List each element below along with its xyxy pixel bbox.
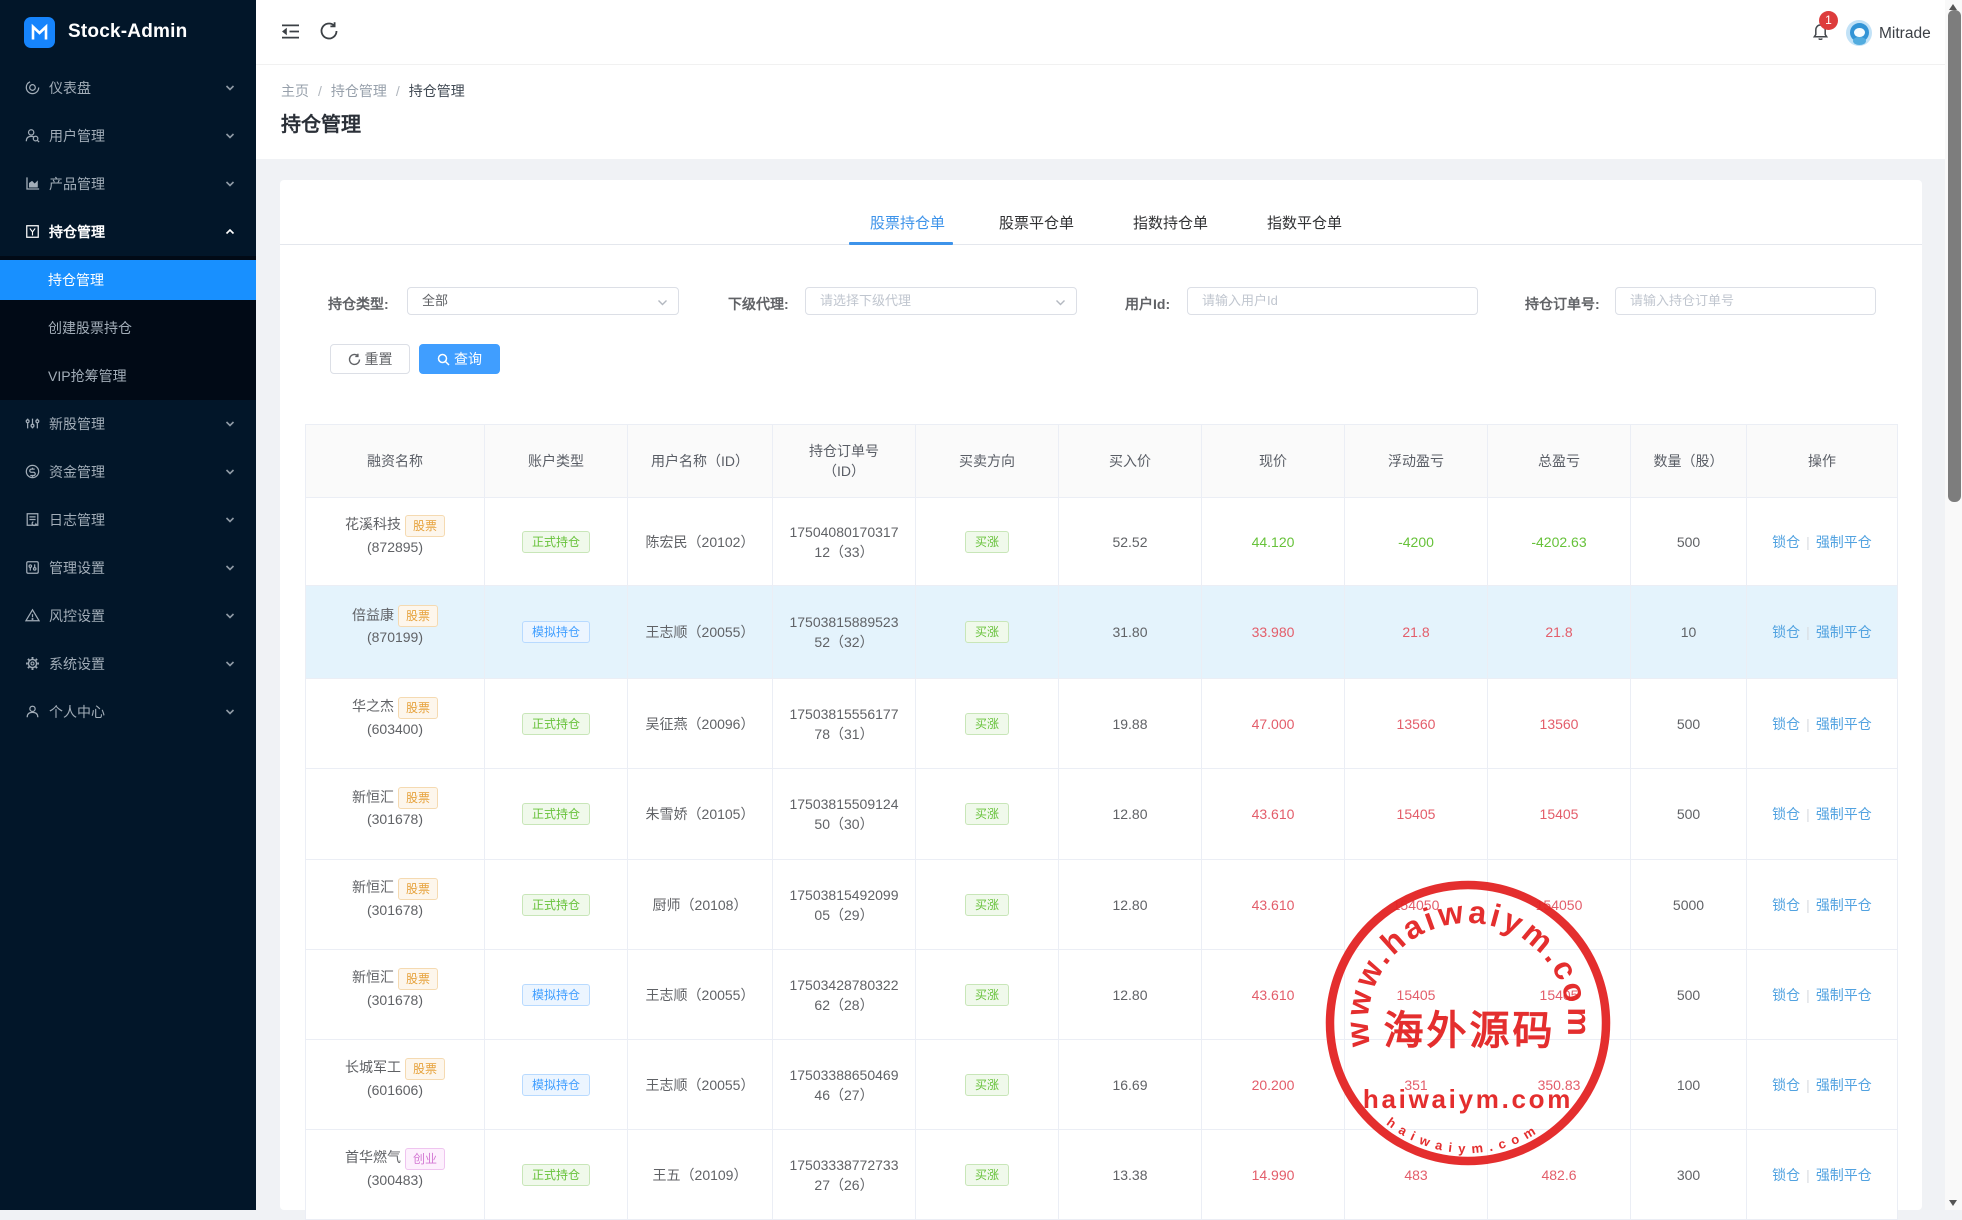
- svg-text:haiwaiym.com: haiwaiym.com: [1363, 1084, 1573, 1114]
- svg-text:海外源码: 海外源码: [1384, 1008, 1556, 1053]
